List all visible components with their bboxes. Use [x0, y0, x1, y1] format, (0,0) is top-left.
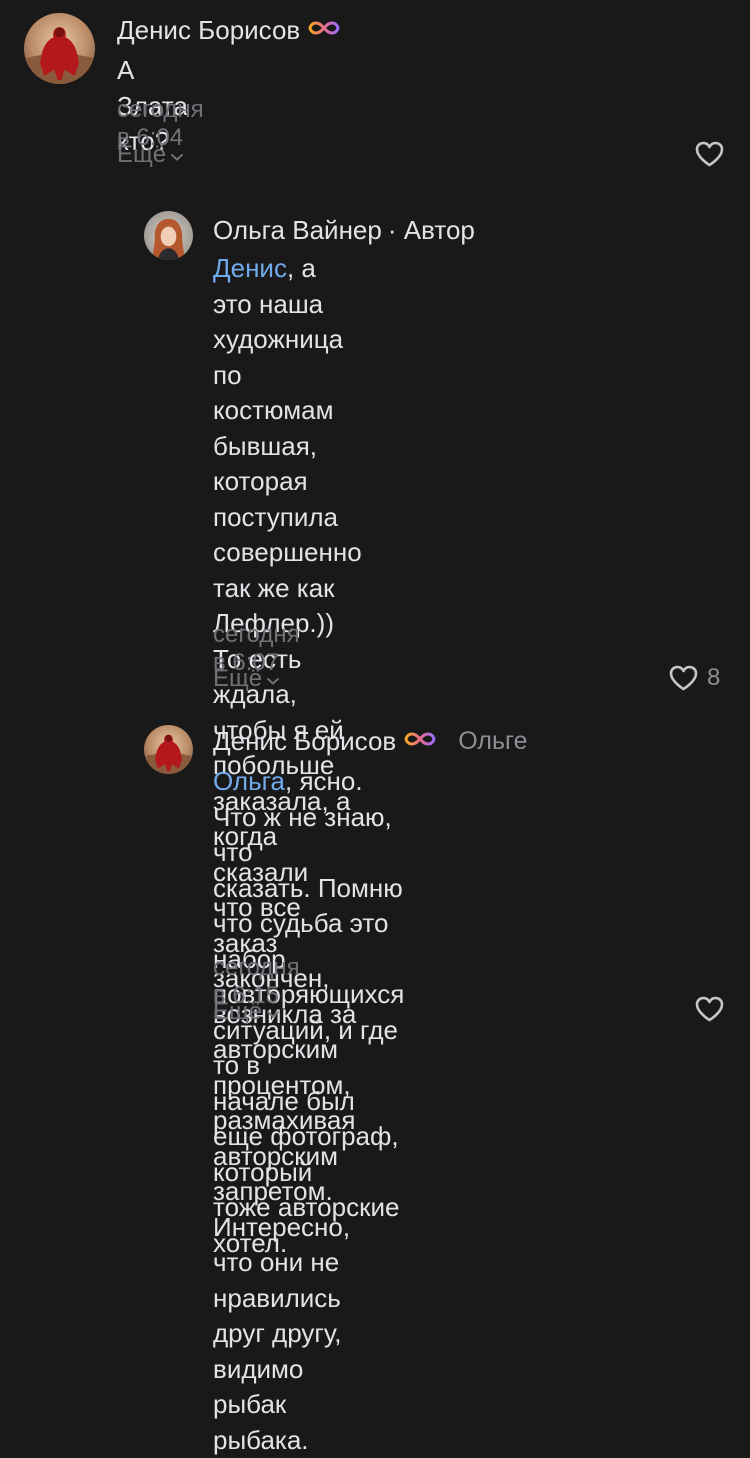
- more-label: Ещё: [213, 665, 263, 692]
- infinity-icon: [404, 731, 436, 752]
- more-button[interactable]: Ещё: [117, 141, 184, 169]
- mention-link[interactable]: Ольга: [213, 766, 285, 796]
- like-button[interactable]: [694, 995, 725, 1023]
- author-name[interactable]: Ольга Вайнер: [213, 215, 382, 246]
- chevron-down-icon: [267, 1011, 280, 1018]
- avatar[interactable]: [24, 13, 95, 84]
- like-button[interactable]: 8: [668, 664, 720, 692]
- avatar[interactable]: [144, 725, 193, 774]
- heart-icon: [695, 141, 724, 167]
- avatar[interactable]: [144, 211, 193, 260]
- author-name[interactable]: Денис Борисов: [117, 15, 300, 46]
- more-button[interactable]: Ещё: [213, 998, 280, 1026]
- infinity-icon: [308, 20, 340, 41]
- more-label: Ещё: [213, 998, 263, 1025]
- like-count: 8: [707, 664, 721, 691]
- heart-icon: [669, 665, 698, 691]
- chevron-down-icon: [267, 678, 280, 685]
- chevron-down-icon: [171, 154, 184, 161]
- mention-link[interactable]: Денис: [213, 253, 287, 283]
- heart-icon: [695, 996, 724, 1022]
- reply-to[interactable]: Ольге: [458, 727, 527, 756]
- like-button[interactable]: [694, 140, 725, 168]
- author-badge: · Автор: [387, 214, 475, 245]
- more-label: Ещё: [117, 141, 167, 168]
- author-name[interactable]: Денис Борисов: [213, 726, 396, 757]
- more-button[interactable]: Ещё: [213, 665, 280, 693]
